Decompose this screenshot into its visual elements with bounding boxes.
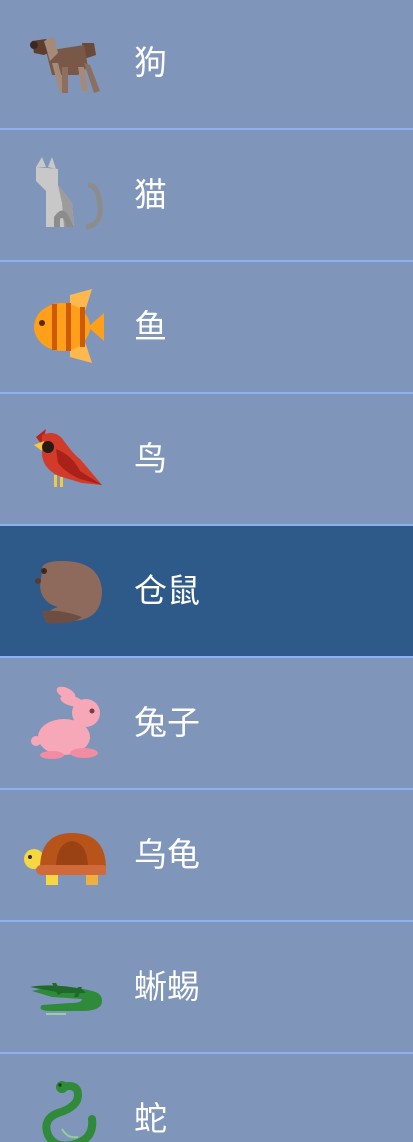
fish-icon bbox=[22, 287, 106, 367]
list-item-label: 猫 bbox=[134, 175, 167, 214]
list-item-dog[interactable]: 狗 bbox=[0, 0, 413, 130]
cat-icon bbox=[22, 155, 106, 235]
animal-list: 狗 猫 鱼 鸟 仓鼠 兔子 乌龟 蜥蜴 蛇 bbox=[0, 0, 413, 1142]
dog-icon bbox=[22, 23, 106, 103]
list-item-rabbit[interactable]: 兔子 bbox=[0, 658, 413, 790]
list-item-label: 仓鼠 bbox=[134, 571, 200, 610]
turtle-icon bbox=[22, 815, 106, 895]
list-item-label: 狗 bbox=[134, 43, 167, 82]
list-item-lizard[interactable]: 蜥蜴 bbox=[0, 922, 413, 1054]
list-item-label: 鱼 bbox=[134, 307, 167, 346]
snake-icon bbox=[22, 1079, 106, 1142]
list-item-fish[interactable]: 鱼 bbox=[0, 262, 413, 394]
rabbit-icon bbox=[22, 683, 106, 763]
list-item-snake[interactable]: 蛇 bbox=[0, 1054, 413, 1142]
list-item-label: 乌龟 bbox=[134, 835, 200, 874]
list-item-label: 鸟 bbox=[134, 439, 167, 478]
bird-icon bbox=[22, 419, 106, 499]
list-item-cat[interactable]: 猫 bbox=[0, 130, 413, 262]
lizard-icon bbox=[22, 947, 106, 1027]
list-item-label: 蜥蜴 bbox=[134, 967, 200, 1006]
list-item-hamster[interactable]: 仓鼠 bbox=[0, 526, 413, 658]
list-item-label: 蛇 bbox=[134, 1099, 167, 1138]
list-item-bird[interactable]: 鸟 bbox=[0, 394, 413, 526]
hamster-icon bbox=[22, 551, 106, 631]
list-item-turtle[interactable]: 乌龟 bbox=[0, 790, 413, 922]
list-item-label: 兔子 bbox=[134, 703, 200, 742]
